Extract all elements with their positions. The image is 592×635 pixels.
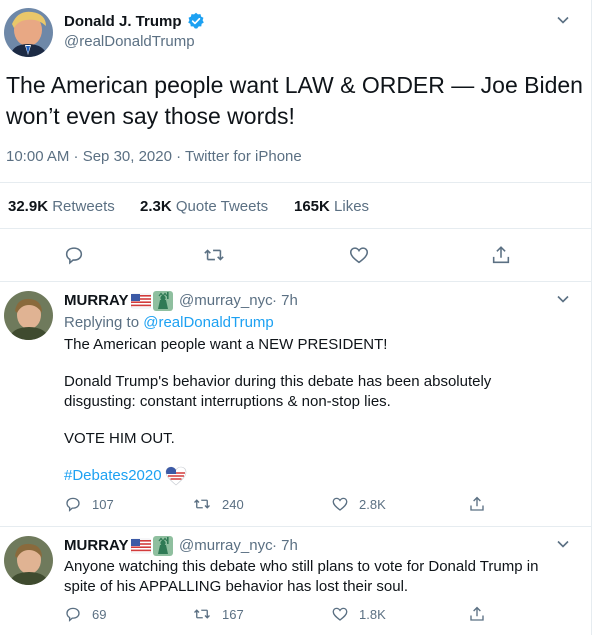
reply-count: 107: [92, 496, 114, 512]
like-icon: [332, 607, 348, 621]
share-icon: [470, 606, 484, 621]
likes-count: 165K: [294, 198, 330, 215]
chevron-down-icon[interactable]: [555, 536, 571, 552]
retweets-count: 32.9K: [8, 198, 49, 215]
handle[interactable]: @realDonaldTrump: [64, 33, 195, 50]
us-flag-emoji: [130, 293, 152, 314]
reply-action[interactable]: 107: [64, 495, 114, 513]
like-action[interactable]: 1.8K: [331, 605, 386, 623]
reply-icon[interactable]: [61, 242, 87, 268]
retweet-count: 167: [222, 606, 244, 622]
verified-badge-icon: [187, 12, 205, 35]
chevron-down-icon[interactable]: [555, 291, 571, 307]
reply-text-line3: disgusting: constant interruptions & non…: [64, 393, 391, 410]
share-action[interactable]: [468, 495, 486, 513]
avatar[interactable]: [4, 536, 53, 585]
reply-tweet[interactable]: MURRAY @murray_nyc · 7h Replying to @rea…: [0, 282, 591, 526]
like-icon: [332, 497, 348, 511]
quote-tweets-label: Quote Tweets: [175, 198, 269, 215]
us-flag-emoji: [130, 538, 152, 559]
display-name[interactable]: Donald J. Trump: [64, 13, 182, 30]
reply-text-line2: Donald Trump's behavior during this deba…: [64, 373, 492, 390]
divider: [0, 228, 591, 229]
timestamp[interactable]: · 7h: [272, 292, 298, 309]
like-icon[interactable]: [346, 242, 372, 268]
reply-action[interactable]: 69: [64, 605, 106, 623]
reply-text-line1: Anyone watching this debate who still pl…: [64, 558, 539, 575]
retweets-label: Retweets: [52, 198, 115, 215]
hashtag-line: #Debates2020: [64, 466, 162, 486]
timestamp[interactable]: · 7h: [272, 537, 298, 554]
share-action[interactable]: [468, 605, 486, 623]
share-icon: [470, 496, 484, 511]
chevron-down-icon[interactable]: [555, 12, 571, 28]
replying-prefix: Replying to: [64, 314, 140, 331]
quote-tweets-stat[interactable]: 2.3K Quote Tweets: [140, 198, 268, 215]
likes-stat[interactable]: 165K Likes: [294, 198, 369, 215]
replying-to: Replying to @realDonaldTrump: [64, 313, 274, 333]
reply-icon: [66, 497, 80, 512]
retweet-icon: [194, 609, 210, 619]
handle[interactable]: @murray_nyc: [179, 537, 273, 554]
avatar[interactable]: [4, 291, 53, 340]
quote-tweets-count: 2.3K: [140, 198, 172, 215]
divider: [0, 182, 591, 183]
retweet-count: 240: [222, 496, 244, 512]
reply-text-line4: VOTE HIM OUT.: [64, 430, 175, 447]
reply-text-line2: spite of his APPALLING behavior has lost…: [64, 578, 409, 595]
avatar[interactable]: [4, 8, 53, 57]
display-name[interactable]: MURRAY: [64, 292, 128, 309]
main-tweet: Donald J. Trump @realDonaldTrump The Ame…: [0, 0, 591, 282]
retweet-action[interactable]: 167: [192, 605, 244, 623]
reply-icon: [66, 607, 80, 622]
reply-text-line1: The American people want a NEW PRESIDENT…: [64, 336, 388, 353]
tweet-text-line2: won’t even say those words!: [6, 103, 295, 129]
tweet-text-line1: The American people want LAW & ORDER — J…: [6, 72, 583, 98]
likes-label: Likes: [334, 198, 370, 215]
reply-count: 69: [92, 606, 107, 622]
hashtag-link[interactable]: #Debates2020: [64, 467, 162, 484]
retweet-icon: [194, 499, 210, 509]
retweet-action[interactable]: 240: [192, 495, 244, 513]
reply-tweet[interactable]: MURRAY @murray_nyc · 7h Anyone watching …: [0, 527, 591, 635]
tweet-meta[interactable]: 10:00 AM · Sep 30, 2020 · Twitter for iP…: [6, 148, 302, 165]
like-action[interactable]: 2.8K: [331, 495, 386, 513]
replying-to-link[interactable]: @realDonaldTrump: [143, 314, 274, 331]
display-name[interactable]: MURRAY: [64, 537, 128, 554]
retweet-icon[interactable]: [201, 242, 227, 268]
share-icon[interactable]: [488, 242, 514, 268]
handle[interactable]: @murray_nyc: [179, 292, 273, 309]
retweets-stat[interactable]: 32.9K Retweets: [8, 198, 115, 215]
like-count: 1.8K: [359, 606, 386, 622]
flag-heart-emoji: [165, 466, 187, 491]
like-count: 2.8K: [359, 496, 386, 512]
